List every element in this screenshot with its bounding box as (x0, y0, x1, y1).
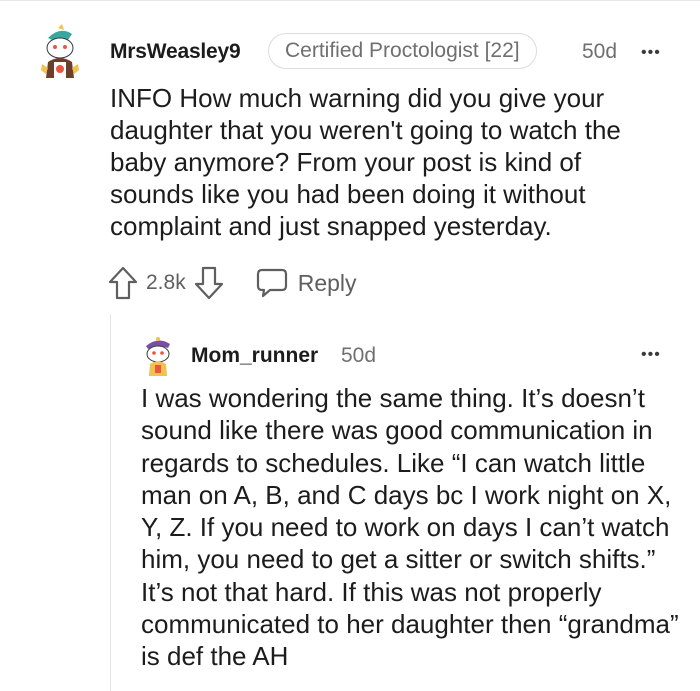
reply-username[interactable]: Mom_runner (191, 344, 318, 368)
upvote-arrow-icon[interactable] (108, 266, 138, 300)
comment-age: 50d (582, 40, 618, 63)
snoo-avatar-icon[interactable] (140, 334, 176, 376)
snoo-avatar-icon[interactable] (38, 24, 82, 78)
reply-age: 50d (341, 344, 377, 367)
comment-actions: 2.8k Reply (108, 263, 357, 303)
reply-button[interactable]: Reply (256, 268, 357, 298)
reply-label: Reply (297, 269, 357, 296)
more-options-icon[interactable]: ••• (641, 44, 661, 62)
top-divider (0, 0, 700, 1)
downvote-arrow-icon[interactable] (194, 266, 224, 300)
vote-score: 2.8k (146, 271, 186, 294)
more-options-icon[interactable]: ••• (641, 346, 661, 364)
speech-bubble-icon (256, 268, 288, 298)
user-flair-badge: Certified Proctologist [22] (268, 33, 537, 69)
reply-body: I was wondering the same thing. It’s doe… (141, 383, 679, 672)
comment-username[interactable]: MrsWeasley9 (110, 40, 241, 64)
thread-line[interactable] (110, 314, 111, 691)
comment-body: INFO How much warning did you give your … (110, 83, 621, 241)
